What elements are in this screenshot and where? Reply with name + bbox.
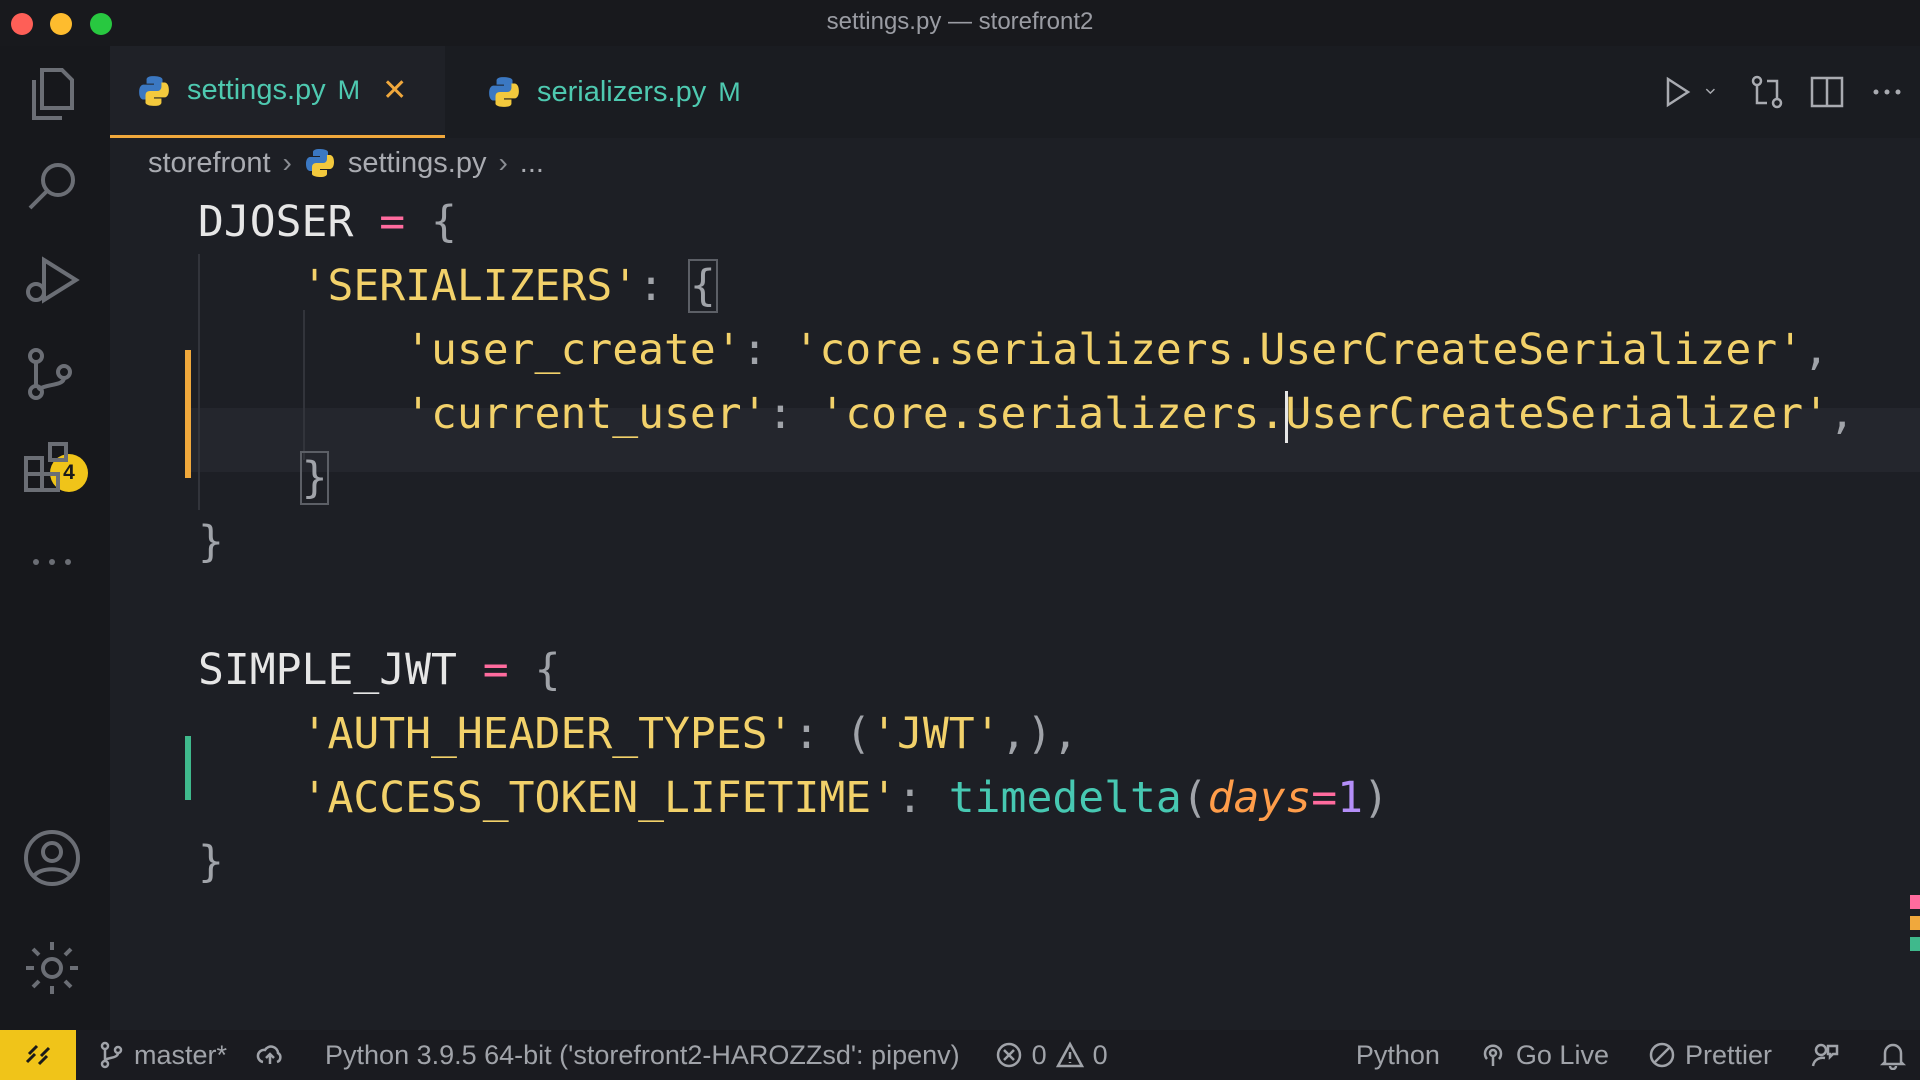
code-line: SIMPLE_JWT = { [198,645,561,695]
breadcrumb-more[interactable]: ... [520,147,544,180]
run-debug-icon[interactable] [20,248,84,312]
modified-indicator: M [718,76,741,107]
code-line: 'user_create': 'core.serializers.UserCre… [405,325,1829,375]
error-count: 0 [1031,1039,1047,1070]
breadcrumb: storefront › settings.py › ... [148,140,544,186]
warning-count: 0 [1092,1039,1108,1070]
branch-item[interactable]: master* [96,1040,227,1071]
go-live-button[interactable]: Go Live [1478,1040,1609,1071]
remote-indicator[interactable] [0,1030,76,1080]
chevron-down-icon[interactable] [1704,73,1726,111]
breadcrumb-separator: › [282,147,292,178]
editor-actions [1658,46,1920,138]
modified-indicator: M [337,75,361,105]
notifications-bell-icon[interactable] [1878,1040,1908,1070]
search-icon[interactable] [20,154,84,218]
tab-label: settings.py [187,74,326,106]
breadcrumb-file[interactable]: settings.py [348,147,487,180]
code-line: } [198,517,224,567]
python-file-icon [139,75,169,106]
tab-serializers-py[interactable]: serializers.py M [460,46,741,138]
explorer-icon[interactable] [20,62,84,126]
more-icon[interactable] [20,530,84,594]
branch-name: master* [134,1039,228,1070]
code-line: 'SERIALIZERS': { [301,259,718,313]
source-control-icon[interactable] [20,342,84,406]
git-branch-icon [100,1041,123,1069]
code-line: DJOSER = { [198,197,457,247]
code-line: 'current_user': 'core.serializers.UserCr… [198,382,1855,446]
more-actions-icon[interactable] [1868,73,1906,111]
code-line: } [198,837,224,887]
code-editor[interactable]: DJOSER = { 'SERIALIZERS': { 'user_create… [110,190,1920,1030]
feedback-icon[interactable] [1810,1040,1840,1070]
code-line: } [299,451,330,505]
title-bar: settings.py — storefront2 [0,0,1920,46]
breadcrumb-folder[interactable]: storefront [148,147,271,180]
problems-item[interactable]: 0 0 [994,1040,1108,1071]
error-icon [996,1042,1021,1068]
python-file-icon [489,77,519,107]
prettier-item[interactable]: Prettier [1647,1040,1772,1071]
compare-changes-icon[interactable] [1748,73,1786,111]
close-tab-icon[interactable]: ✕ [382,73,407,108]
status-bar: master* Python 3.9.5 64-bit ('storefront… [0,1030,1920,1080]
tab-label: serializers.py [537,75,707,108]
code-line: 'AUTH_HEADER_TYPES': ('JWT',), [301,709,1079,759]
split-editor-icon[interactable] [1808,73,1846,111]
account-icon[interactable] [20,826,84,890]
remote-icon [25,1044,51,1066]
code-line: 'ACCESS_TOKEN_LIFETIME': timedelta(days=… [301,773,1389,823]
overview-ruler [1910,895,1920,958]
warning-icon [1055,1041,1084,1068]
run-icon[interactable] [1658,73,1696,111]
tab-settings-py[interactable]: settings.py M ✕ [110,46,445,138]
cloud-upload-icon [256,1045,282,1064]
window-title: settings.py — storefront2 [826,8,1094,35]
sync-item[interactable] [255,1040,285,1070]
breadcrumb-separator: › [498,147,508,178]
python-file-icon [305,149,334,177]
status-right: Python Go Live Prettier [1356,1030,1908,1080]
added-line-gutter [185,736,191,800]
activity-bar: 4 [0,46,110,1034]
prettier-status-icon [1649,1042,1675,1068]
modified-lines-gutter [185,350,191,478]
language-mode[interactable]: Python [1356,1040,1440,1071]
broadcast-icon [1483,1044,1503,1066]
python-interpreter[interactable]: Python 3.9.5 64-bit ('storefront2-HAROZZ… [325,1040,960,1071]
settings-gear-icon[interactable] [20,936,84,1000]
extensions-icon[interactable] [20,436,84,500]
tab-bar: settings.py M ✕ serializers.py M [110,46,1920,138]
